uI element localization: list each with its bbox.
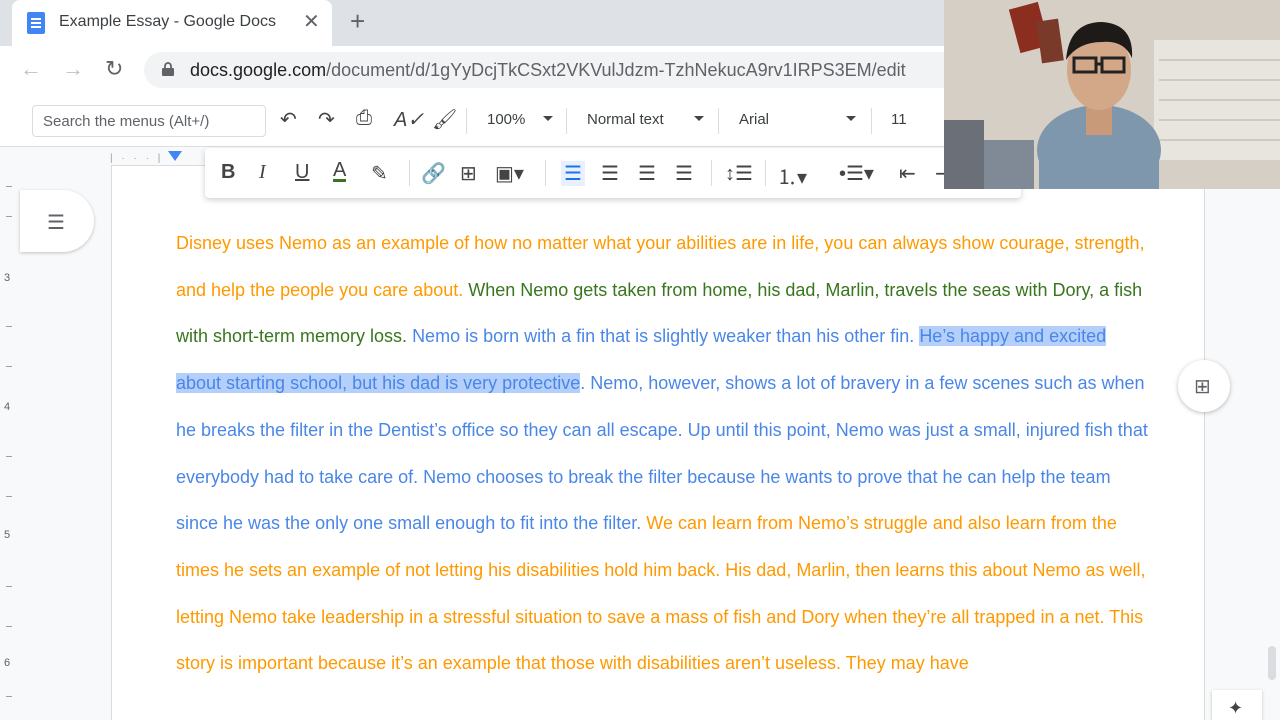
line-spacing-icon[interactable]: ↕☰ <box>725 161 753 186</box>
toolbar-divider <box>871 108 872 134</box>
format-toolbar: B I U A ✎ 🔗 ⊞ ▣▾ ☰ ☰ ☰ ☰ ↕☰ ⒈▾ •☰▾ ⇤ ⇥ <box>205 148 1021 198</box>
ruler-tick <box>6 456 12 457</box>
paint-format-icon[interactable]: 🖌 <box>432 107 457 132</box>
forward-icon[interactable]: → <box>62 56 84 82</box>
decrease-indent-icon[interactable]: ⇤ <box>899 161 916 186</box>
ruler-tick <box>6 496 12 497</box>
ruler-tick <box>6 586 12 587</box>
indent-marker[interactable] <box>168 151 182 161</box>
align-left-icon[interactable]: ☰ <box>561 161 585 186</box>
image-icon[interactable]: ▣▾ <box>495 161 524 186</box>
toolbar-divider <box>566 108 567 134</box>
ruler-tick <box>6 186 12 187</box>
toolbar-divider <box>711 160 712 186</box>
document-page[interactable]: Disney uses Nemo as an example of how no… <box>112 166 1204 720</box>
browser-tab[interactable]: Example Essay - Google Docs ✕ <box>12 0 332 46</box>
add-comment-button[interactable]: ⊞ <box>1178 360 1230 412</box>
spellcheck-icon[interactable]: A✓ <box>394 107 424 132</box>
ruler-tick <box>6 366 12 367</box>
bulleted-list-icon[interactable]: •☰▾ <box>839 161 874 186</box>
essay-body[interactable]: Disney uses Nemo as an example of how no… <box>176 220 1156 687</box>
lock-icon <box>162 62 174 76</box>
font-size-input[interactable]: 11 <box>891 111 907 128</box>
font-select[interactable]: Arial <box>739 111 769 128</box>
webcam-video <box>944 0 1280 189</box>
underline-icon[interactable]: U <box>295 161 309 184</box>
undo-icon[interactable]: ↶ <box>280 107 297 132</box>
explore-icon: ✦ <box>1228 698 1244 718</box>
essay-sentence: Nemo is born with a fin that is slightly… <box>412 326 915 347</box>
highlight-icon[interactable]: ✎ <box>371 161 388 186</box>
toolbar-divider <box>718 108 719 134</box>
bold-icon[interactable]: B <box>221 161 235 184</box>
toolbar-divider <box>466 108 467 134</box>
ruler-tick <box>6 626 12 627</box>
print-icon[interactable]: ⎙ <box>356 107 372 130</box>
search-menus-input[interactable]: Search the menus (Alt+/) <box>32 105 266 137</box>
chevron-down-icon[interactable] <box>694 116 704 121</box>
tab-title: Example Essay - Google Docs <box>59 13 276 30</box>
style-select[interactable]: Normal text <box>587 111 664 128</box>
toolbar-divider <box>765 160 766 186</box>
vertical-ruler: 3 4 5 6 <box>0 166 20 720</box>
plus-icon[interactable]: + <box>350 6 365 37</box>
ruler-number: 4 <box>4 401 11 413</box>
scrollbar-thumb[interactable] <box>1268 646 1276 680</box>
align-center-icon[interactable]: ☰ <box>601 161 619 186</box>
essay-sentence: . Nemo, however, shows a lot of bravery … <box>176 373 1148 534</box>
text-color-icon[interactable]: A <box>333 160 347 182</box>
align-right-icon[interactable]: ☰ <box>638 161 656 186</box>
chevron-down-icon[interactable] <box>543 116 553 121</box>
link-icon[interactable]: 🔗 <box>421 161 446 186</box>
explore-button[interactable]: ✦ <box>1212 690 1262 720</box>
reload-icon[interactable]: ↻ <box>105 56 123 82</box>
close-icon[interactable]: ✕ <box>303 9 320 34</box>
toolbar-divider <box>545 160 546 186</box>
ruler-tick <box>6 216 12 217</box>
webcam-overlay <box>944 0 1280 189</box>
ruler-number: 3 <box>4 272 11 284</box>
back-icon[interactable]: ← <box>20 56 42 82</box>
ruler-number: 6 <box>4 657 11 669</box>
ruler-number: 5 <box>4 529 11 541</box>
italic-icon[interactable]: I <box>259 161 266 184</box>
add-comment-icon[interactable]: ⊞ <box>460 161 477 186</box>
outline-button[interactable]: ☰ <box>20 190 94 252</box>
ruler-tick <box>6 696 12 697</box>
essay-sentence: We can learn from Nemo’s struggle and al… <box>176 513 1146 674</box>
ruler-ticks: | · · · | <box>110 153 164 164</box>
url-path: /document/d/1gYyDcjTkCSxt2VKVulJdzm-TzhN… <box>326 60 906 80</box>
add-comment-icon: ⊞ <box>1194 376 1211 398</box>
docs-icon <box>27 12 45 34</box>
redo-icon[interactable]: ↷ <box>318 107 335 132</box>
numbered-list-icon[interactable]: ⒈▾ <box>777 161 807 190</box>
url-text: docs.google.com/document/d/1gYyDcjTkCSxt… <box>190 60 906 81</box>
outline-icon: ☰ <box>47 212 65 234</box>
ruler-tick <box>6 326 12 327</box>
zoom-select[interactable]: 100% <box>487 111 525 128</box>
chevron-down-icon[interactable] <box>846 116 856 121</box>
justify-icon[interactable]: ☰ <box>675 161 693 186</box>
toolbar-divider <box>409 160 410 186</box>
url-host: docs.google.com <box>190 60 327 80</box>
